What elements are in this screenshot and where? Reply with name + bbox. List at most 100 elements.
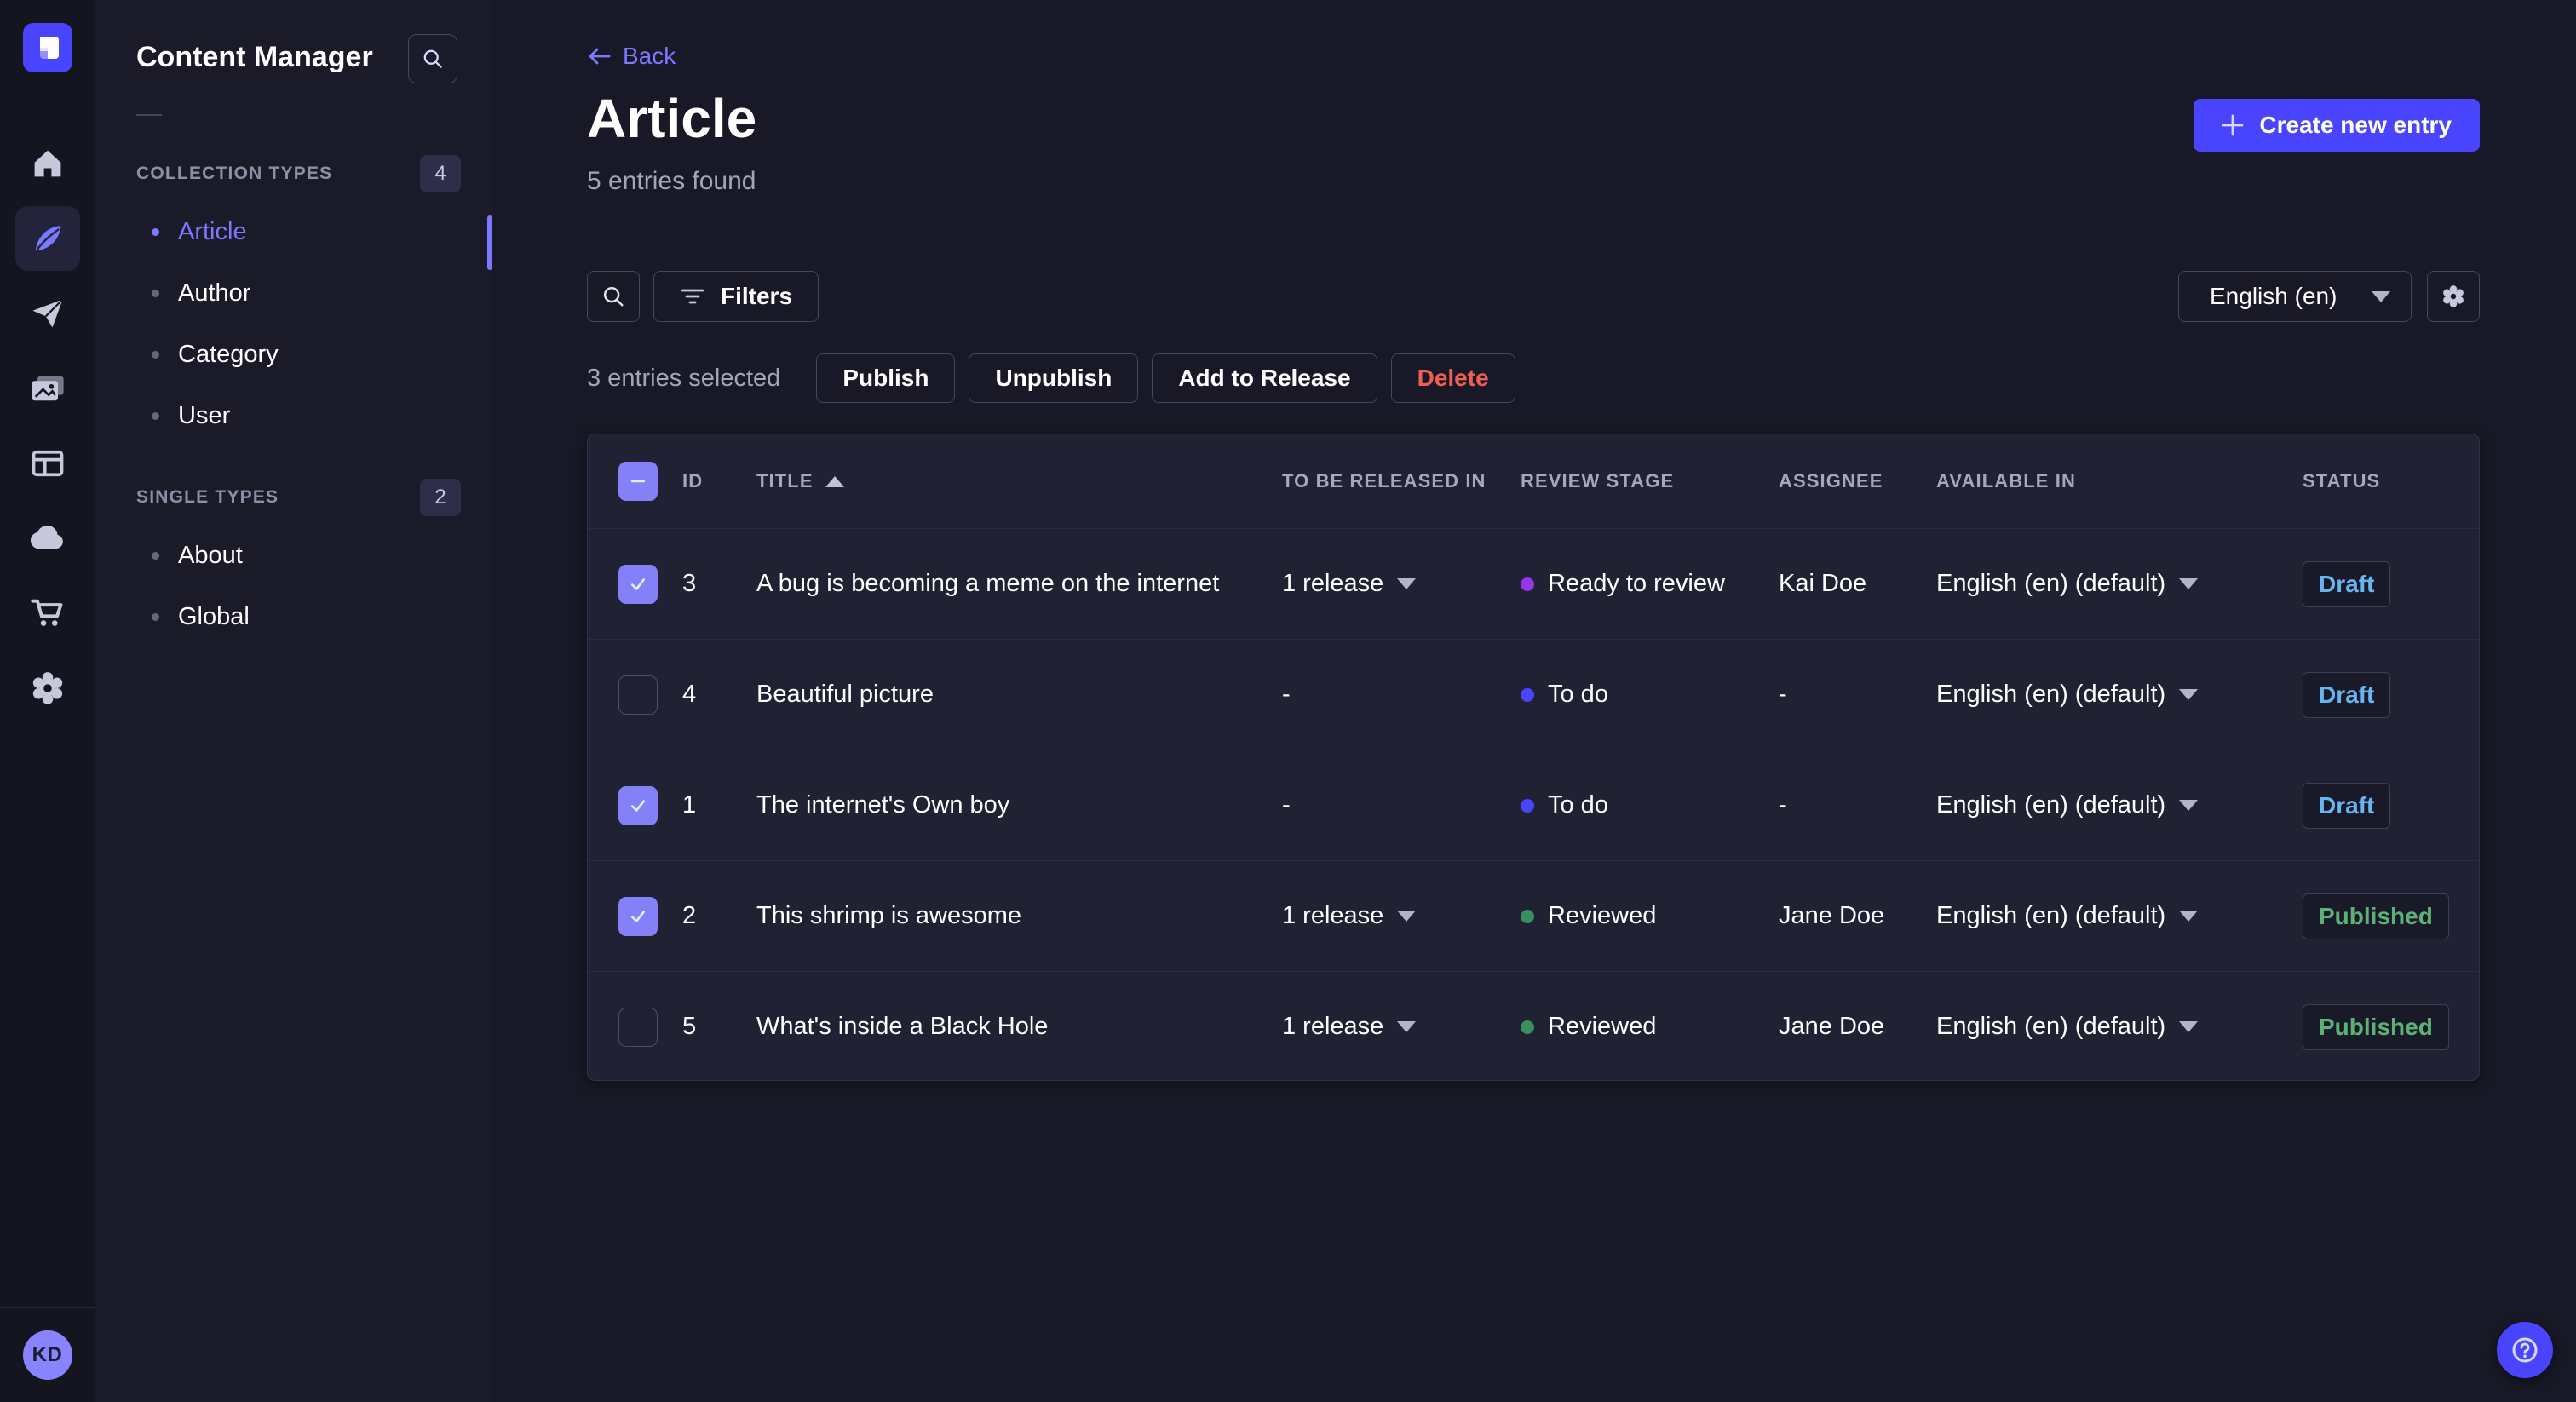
delete-button[interactable]: Delete [1390,353,1515,403]
strapi-logo-icon[interactable] [22,22,72,72]
publish-button[interactable]: Publish [816,353,956,403]
cell-locale-dropdown[interactable]: English (en) (default) [1936,681,2303,709]
table-search-button[interactable] [587,271,640,322]
locale-value: English (en) (default) [1936,570,2166,597]
sidebar-item-author[interactable]: Author [95,262,492,324]
table-row[interactable]: 3 A bug is becoming a meme on the intern… [588,528,2479,639]
selection-bar: 3 entries selected Publish Unpublish Add… [587,353,1515,403]
filters-button[interactable]: Filters [653,271,819,322]
cell-title: This shrimp is awesome [756,902,1022,929]
cell-locale-dropdown[interactable]: English (en) (default) [1936,902,2303,930]
stage-dot-icon [1521,1020,1534,1034]
chevron-down-icon [2372,290,2390,302]
view-settings-button[interactable] [2427,271,2480,322]
collection-types-count-badge: 4 [420,155,461,192]
sidebar-item-about[interactable]: About [95,525,492,586]
sidebar-item-label: Author [178,279,251,307]
cell-id: 5 [682,1013,697,1040]
sidebar-item-label: User [178,401,231,429]
create-new-entry-label: Create new entry [2259,112,2452,138]
stage-dot-icon [1521,798,1534,813]
stage-dot-icon [1521,909,1534,923]
entries-table: ID TITLE TO BE RELEASED IN REVIEW STAGE … [587,434,2480,1081]
sidebar-item-label: Global [178,602,250,630]
cell-title: What's inside a Black Hole [756,1013,1049,1040]
row-checkbox[interactable] [618,1007,658,1047]
bullet-icon [152,227,159,236]
sidebar-item-label: Category [178,340,279,368]
cell-review-stage: Ready to review [1521,570,1779,598]
rail-settings-icon[interactable] [0,651,95,726]
rail-cloud-icon[interactable] [0,501,95,576]
bullet-icon [152,411,159,420]
table-row[interactable]: 2 This shrimp is awesome 1 release Revie… [588,860,2479,971]
sidebar-item-global[interactable]: Global [95,586,492,647]
cell-release-dropdown[interactable]: 1 release [1282,902,1521,930]
rail-home-icon[interactable] [0,126,95,201]
rail-content-type-builder-icon[interactable] [0,426,95,501]
column-header-release[interactable]: TO BE RELEASED IN [1282,470,1521,492]
sidebar-item-user[interactable]: User [95,385,492,446]
sidebar-item-category[interactable]: Category [95,324,492,385]
column-header-assignee[interactable]: ASSIGNEE [1779,470,1936,492]
table-row[interactable]: 4 Beautiful picture - To do - English (e… [588,639,2479,750]
create-new-entry-button[interactable]: Create new entry [2194,99,2480,152]
bullet-icon [152,289,159,297]
cell-release-dropdown[interactable]: 1 release [1282,570,1521,598]
column-header-id[interactable]: ID [682,470,756,492]
table-header-row: ID TITLE TO BE RELEASED IN REVIEW STAGE … [588,434,2479,528]
rail-content-manager-icon[interactable] [0,201,95,276]
cell-review-stage: Reviewed [1521,902,1779,930]
chevron-down-icon [2179,578,2199,589]
locale-select[interactable]: English (en) [2178,271,2412,322]
entries-count-text: 5 entries found [587,167,756,195]
cell-review-stage: Reviewed [1521,1013,1779,1041]
cell-locale-dropdown[interactable]: English (en) (default) [1936,791,2303,819]
back-link[interactable]: Back [587,43,676,70]
column-header-stage[interactable]: REVIEW STAGE [1521,470,1779,492]
locale-value: English (en) (default) [1936,791,2166,819]
table-row[interactable]: 5 What's inside a Black Hole 1 release R… [588,971,2479,1080]
help-button[interactable] [2497,1322,2553,1378]
rail-marketplace-icon[interactable] [0,576,95,651]
row-checkbox[interactable] [618,896,658,936]
unpublish-button[interactable]: Unpublish [969,353,1139,403]
status-badge: Published [2303,1003,2449,1050]
cell-release-dropdown[interactable]: 1 release [1282,1013,1521,1041]
row-checkbox[interactable] [618,785,658,825]
status-badge: Published [2303,893,2449,939]
column-header-status[interactable]: STATUS [2303,470,2448,492]
release-value: 1 release [1282,1013,1384,1040]
cell-locale-dropdown[interactable]: English (en) (default) [1936,570,2303,598]
row-checkbox[interactable] [618,675,658,715]
user-avatar[interactable]: KD [22,1330,72,1380]
stage-label: Reviewed [1548,902,1657,929]
chevron-down-icon [1397,1021,1417,1032]
cell-locale-dropdown[interactable]: English (en) (default) [1936,1013,2303,1041]
collection-types-section: COLLECTION TYPES 4 Article Author Catego… [95,155,492,446]
stage-label: To do [1548,791,1608,819]
release-value: 1 release [1282,570,1384,597]
page-title: Article [587,88,757,149]
chevron-down-icon [1397,911,1417,922]
bullet-icon [152,612,159,621]
rail-media-library-icon[interactable] [0,351,95,426]
select-all-checkbox[interactable] [618,462,658,501]
status-badge: Draft [2303,782,2391,829]
sidebar-item-article[interactable]: Article [95,201,492,262]
indeterminate-minus-icon [630,480,646,483]
rail-icon-list [0,95,95,1307]
sidebar-search-button[interactable] [408,34,457,83]
sort-ascending-icon [825,475,844,487]
logo-glyph-icon [39,36,59,59]
cell-assignee: Kai Doe [1779,570,1867,597]
toolbar: Filters English (en) [587,271,2480,322]
add-to-release-button[interactable]: Add to Release [1152,353,1377,403]
row-checkbox[interactable] [618,564,658,604]
column-header-title[interactable]: TITLE [756,470,1282,492]
column-header-available[interactable]: AVAILABLE IN [1936,470,2303,492]
gear-icon [2443,285,2464,307]
table-row[interactable]: 1 The internet's Own boy - To do - Engli… [588,750,2479,860]
active-tile [14,206,80,271]
rail-releases-icon[interactable] [0,276,95,351]
